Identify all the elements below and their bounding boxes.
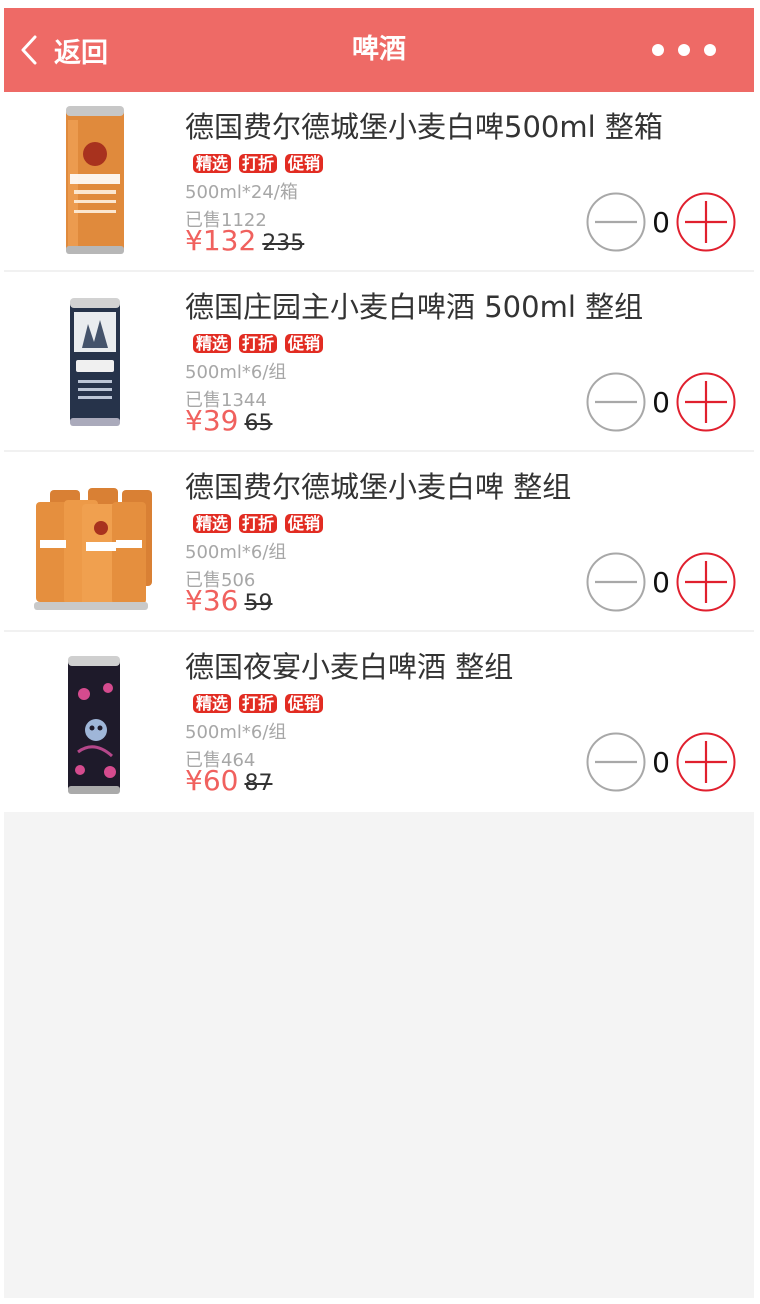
product-spec: 500ml*24/箱 bbox=[185, 182, 298, 203]
tag-group: 精选 打折 促销 bbox=[193, 514, 324, 533]
quantity-stepper: 0 bbox=[586, 552, 736, 612]
price-block: ¥ 39 65 bbox=[185, 404, 272, 437]
original-price: 59 bbox=[244, 591, 273, 616]
dot-icon bbox=[678, 44, 690, 56]
dot-icon bbox=[652, 44, 664, 56]
currency-symbol: ¥ bbox=[185, 764, 203, 797]
tag-group: 精选 打折 促销 bbox=[193, 154, 324, 173]
quantity-value: 0 bbox=[652, 745, 670, 779]
price-block: ¥ 36 59 bbox=[185, 584, 272, 617]
product-list: 德国费尔德城堡小麦白啤500ml 整箱 精选 打折 促销 500ml*24/箱 … bbox=[4, 92, 754, 812]
minus-icon[interactable] bbox=[586, 552, 646, 612]
product-item[interactable]: 德国庄园主小麦白啤酒 500ml 整组 精选 打折 促销 500ml*6/组 已… bbox=[4, 272, 754, 452]
minus-icon[interactable] bbox=[586, 192, 646, 252]
tag-featured: 精选 bbox=[193, 334, 232, 353]
plus-icon[interactable] bbox=[676, 732, 736, 792]
tag-discount: 打折 bbox=[239, 334, 278, 353]
tag-promo: 促销 bbox=[285, 694, 324, 713]
minus-icon[interactable] bbox=[586, 372, 646, 432]
product-name: 德国费尔德城堡小麦白啤500ml 整箱 bbox=[185, 110, 663, 144]
currency-symbol: ¥ bbox=[185, 404, 203, 437]
quantity-value: 0 bbox=[652, 565, 670, 599]
orange-beer-six-pack-image bbox=[4, 452, 176, 632]
quantity-stepper: 0 bbox=[586, 372, 736, 432]
product-spec: 500ml*6/组 bbox=[185, 362, 287, 383]
orange-beer-can-image bbox=[4, 92, 176, 272]
plus-icon[interactable] bbox=[676, 552, 736, 612]
tag-featured: 精选 bbox=[193, 514, 232, 533]
tag-featured: 精选 bbox=[193, 154, 232, 173]
tag-discount: 打折 bbox=[239, 694, 278, 713]
quantity-value: 0 bbox=[652, 205, 670, 239]
price-block: ¥ 132 235 bbox=[185, 224, 304, 257]
currency-symbol: ¥ bbox=[185, 584, 203, 617]
price-block: ¥ 60 87 bbox=[185, 764, 272, 797]
original-price: 87 bbox=[244, 771, 273, 796]
product-spec: 500ml*6/组 bbox=[185, 722, 287, 743]
tag-group: 精选 打折 促销 bbox=[193, 334, 324, 353]
quantity-value: 0 bbox=[652, 385, 670, 419]
tag-group: 精选 打折 促销 bbox=[193, 694, 324, 713]
minus-icon[interactable] bbox=[586, 732, 646, 792]
product-name: 德国夜宴小麦白啤酒 整组 bbox=[185, 650, 514, 684]
tag-featured: 精选 bbox=[193, 694, 232, 713]
product-spec: 500ml*6/组 bbox=[185, 542, 287, 563]
product-item[interactable]: 德国夜宴小麦白啤酒 整组 精选 打折 促销 500ml*6/组 已售464 ¥ … bbox=[4, 632, 754, 812]
app-frame: 返回 啤酒 德国费尔德城堡小麦白啤500ml 整箱 精选 打折 促销 500ml… bbox=[4, 8, 754, 1298]
more-options-icon[interactable] bbox=[652, 8, 716, 92]
quantity-stepper: 0 bbox=[586, 732, 736, 792]
plus-icon[interactable] bbox=[676, 192, 736, 252]
tag-promo: 促销 bbox=[285, 154, 324, 173]
nav-bar: 返回 啤酒 bbox=[4, 8, 754, 92]
white-navy-beer-can-image bbox=[4, 272, 176, 452]
product-item[interactable]: 德国费尔德城堡小麦白啤 整组 精选 打折 促销 500ml*6/组 已售506 … bbox=[4, 452, 754, 632]
product-name: 德国费尔德城堡小麦白啤 整组 bbox=[185, 470, 572, 504]
page-title: 啤酒 bbox=[352, 34, 406, 65]
tag-discount: 打折 bbox=[239, 514, 278, 533]
current-price: 132 bbox=[202, 224, 257, 257]
dot-icon bbox=[704, 44, 716, 56]
tag-promo: 促销 bbox=[285, 334, 324, 353]
product-item[interactable]: 德国费尔德城堡小麦白啤500ml 整箱 精选 打折 促销 500ml*24/箱 … bbox=[4, 92, 754, 272]
quantity-stepper: 0 bbox=[586, 192, 736, 252]
current-price: 39 bbox=[202, 404, 239, 437]
tag-discount: 打折 bbox=[239, 154, 278, 173]
currency-symbol: ¥ bbox=[185, 224, 203, 257]
tag-promo: 促销 bbox=[285, 514, 324, 533]
current-price: 36 bbox=[202, 584, 239, 617]
plus-icon[interactable] bbox=[676, 372, 736, 432]
original-price: 235 bbox=[262, 231, 305, 256]
current-price: 60 bbox=[202, 764, 239, 797]
original-price: 65 bbox=[244, 411, 273, 436]
black-skull-beer-can-image bbox=[4, 632, 176, 812]
product-name: 德国庄园主小麦白啤酒 500ml 整组 bbox=[185, 290, 644, 324]
